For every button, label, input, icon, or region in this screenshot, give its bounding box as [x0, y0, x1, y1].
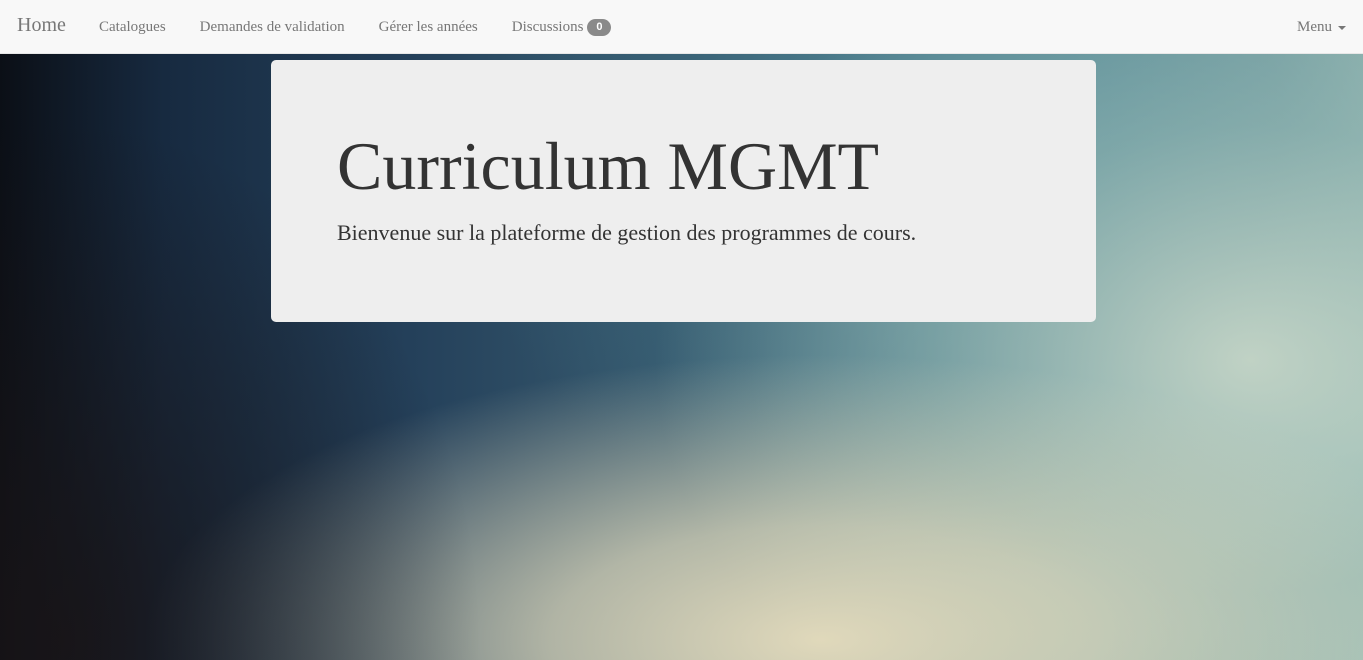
- nav-item-label: Discussions: [511, 18, 584, 35]
- welcome-jumbotron: Curriculum MGMT Bienvenue sur la platefo…: [271, 60, 1096, 322]
- caret-down-icon: [1338, 26, 1346, 30]
- nav-item-demandes-de-validation[interactable]: Demandes de validation: [183, 0, 362, 54]
- top-navbar: Home Catalogues Demandes de validation G…: [0, 0, 1363, 54]
- menu-label: Menu: [1297, 18, 1332, 35]
- discussions-count-badge: 0: [587, 18, 612, 36]
- nav-item-gerer-les-annees[interactable]: Gérer les années: [362, 0, 495, 54]
- nav-item-catalogues[interactable]: Catalogues: [82, 0, 183, 54]
- nav-item-label: Demandes de validation: [199, 18, 345, 35]
- nav-item-label: Gérer les années: [378, 18, 478, 35]
- menu-dropdown[interactable]: Menu: [1297, 0, 1346, 54]
- nav-item-label: Catalogues: [99, 18, 166, 35]
- nav-item-discussions[interactable]: Discussions 0: [495, 0, 629, 54]
- nav-links: Catalogues Demandes de validation Gérer …: [82, 0, 628, 54]
- page-title: Curriculum MGMT: [337, 128, 880, 204]
- welcome-message: Bienvenue sur la plateforme de gestion d…: [337, 220, 917, 245]
- home-link[interactable]: Home: [17, 14, 66, 37]
